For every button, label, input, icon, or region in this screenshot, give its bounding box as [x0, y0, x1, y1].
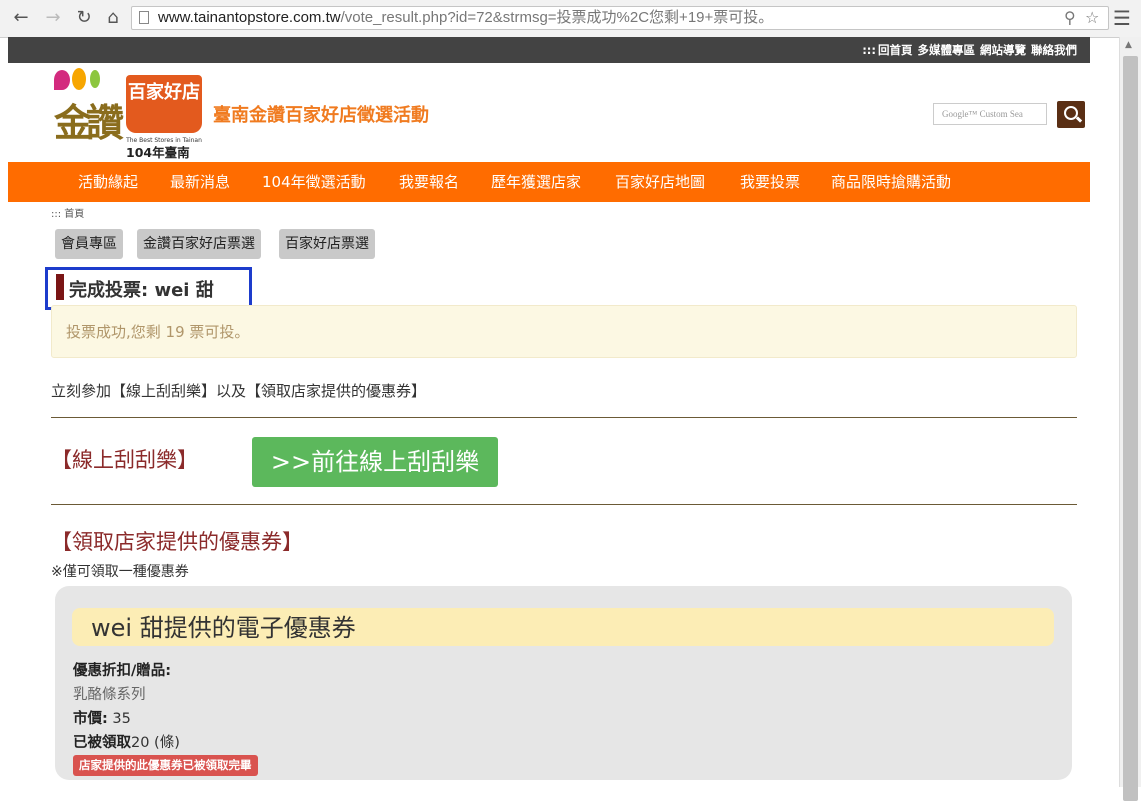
status-badge: 店家提供的此優惠券已被領取完畢	[73, 755, 258, 776]
site-topbar: ::: 回首頁 多媒體專區 網站導覽 聯絡我們	[8, 37, 1090, 63]
scroll-up-icon[interactable]: ▲	[1125, 40, 1132, 50]
scrollbar-thumb[interactable]	[1123, 56, 1138, 801]
site-logo[interactable]: 金讚 百家好店 The Best Stores in Tainan 104年臺南	[54, 68, 204, 160]
discount-value: 乳酪條系列	[73, 687, 146, 703]
divider	[51, 504, 1077, 505]
url-host: www.tainantopstore.com.tw	[158, 9, 341, 26]
logo-leaf-decoration	[90, 70, 100, 88]
forward-icon[interactable]: →	[42, 7, 64, 29]
site-title: 臺南金讚百家好店徵選活動	[213, 105, 429, 126]
contact-link[interactable]: 聯絡我們	[1031, 43, 1077, 57]
divider	[51, 417, 1077, 418]
heading-marker	[56, 274, 64, 300]
logo-leaf-decoration	[72, 68, 86, 90]
tab-member-area[interactable]: 會員專區	[55, 229, 123, 259]
multimedia-link[interactable]: 多媒體專區	[918, 43, 976, 57]
intro-text: 立刻參加【線上刮刮樂】以及【領取店家提供的優惠券】	[51, 382, 427, 400]
url-path: /vote_result.php?id=72&strmsg=投票成功%2C您剩+…	[340, 9, 774, 26]
browser-toolbar: ← → ↻ ⌂ www.tainantopstore.com.tw/vote_r…	[0, 0, 1141, 38]
nav-item-vote[interactable]: 我要投票	[740, 162, 800, 202]
search-icon-handle	[1075, 116, 1083, 123]
page-icon	[139, 11, 149, 24]
nav-item-store-map[interactable]: 百家好店地圖	[615, 162, 705, 202]
alert-text: 投票成功,您剩 19 票可投。	[66, 323, 250, 341]
search-button[interactable]	[1057, 101, 1085, 128]
logo-badge: 百家好店 The Best Stores in Tainan	[126, 75, 202, 144]
utility-links: ::: 回首頁 多媒體專區 網站導覽 聯絡我們	[857, 37, 1077, 63]
sitemap-link[interactable]: 網站導覽	[980, 43, 1026, 57]
claimed-label: 已被領取	[73, 735, 131, 751]
price-label: 市價:	[73, 711, 108, 727]
nav-item-news[interactable]: 最新消息	[170, 162, 230, 202]
url-text: www.tainantopstore.com.tw/vote_result.ph…	[158, 7, 773, 29]
claimed-value: 20 (條)	[131, 735, 180, 751]
logo-leaf-decoration	[54, 70, 70, 90]
price-value: 35	[112, 711, 131, 727]
browser-menu-icon[interactable]: ☰	[1113, 7, 1131, 29]
search-input[interactable]: Google™ Custom Sea	[933, 103, 1047, 125]
logo-year: 104年臺南	[126, 145, 190, 160]
vote-success-alert: 投票成功,您剩 19 票可投。	[51, 305, 1077, 358]
page-title: 完成投票: wei 甜	[69, 280, 214, 301]
coupon-header-text: wei 甜提供的電子優惠券	[91, 614, 356, 642]
nav-item-selection-104[interactable]: 104年徵選活動	[262, 162, 366, 202]
home-link[interactable]: 回首頁	[878, 43, 913, 57]
breadcrumb[interactable]: ::: 首頁	[51, 205, 84, 220]
address-bar[interactable]: www.tainantopstore.com.tw/vote_result.ph…	[131, 6, 1109, 30]
main-navigation: 活動緣起 最新消息 104年徵選活動 我要報名 歷年獲選店家 百家好店地圖 我要…	[8, 162, 1090, 202]
accesskey-marker[interactable]: :::	[862, 43, 876, 57]
page-scrollbar[interactable]: ▲	[1119, 37, 1141, 801]
coupon-section-title: 【領取店家提供的優惠券】	[51, 530, 303, 554]
zoom-icon[interactable]: ⚲	[1064, 8, 1076, 28]
nav-item-about[interactable]: 活動緣起	[78, 162, 138, 202]
tab-store-vote[interactable]: 百家好店票選	[279, 229, 375, 259]
bookmark-star-icon[interactable]: ☆	[1085, 8, 1099, 28]
discount-label: 優惠折扣/贈品:	[73, 663, 172, 679]
home-icon[interactable]: ⌂	[102, 7, 124, 29]
nav-item-register[interactable]: 我要報名	[399, 162, 459, 202]
logo-badge-text: 百家好店	[128, 82, 200, 103]
coupon-header: wei 甜提供的電子優惠券	[72, 608, 1054, 646]
discount-row: 優惠折扣/贈品:	[73, 659, 171, 680]
nav-item-flash-sale[interactable]: 商品限時搶購活動	[831, 162, 951, 202]
scratch-game-button[interactable]: >>前往線上刮刮樂	[252, 437, 498, 487]
back-icon[interactable]: ←	[10, 7, 32, 29]
scratch-section-title: 【線上刮刮樂】	[51, 448, 198, 472]
claimed-row: 已被領取20 (條)	[73, 731, 180, 752]
tab-golden-vote[interactable]: 金讚百家好店票選	[137, 229, 261, 259]
coupon-note: ※僅可領取一種優惠券	[51, 564, 189, 580]
price-row: 市價: 35	[73, 707, 131, 728]
logo-brush-text: 金讚	[54, 100, 124, 145]
nav-item-past-winners[interactable]: 歷年獲選店家	[491, 162, 581, 202]
coupon-card: wei 甜提供的電子優惠券 優惠折扣/贈品: 乳酪條系列 市價: 35 已被領取…	[55, 586, 1072, 780]
reload-icon[interactable]: ↻	[73, 7, 95, 29]
